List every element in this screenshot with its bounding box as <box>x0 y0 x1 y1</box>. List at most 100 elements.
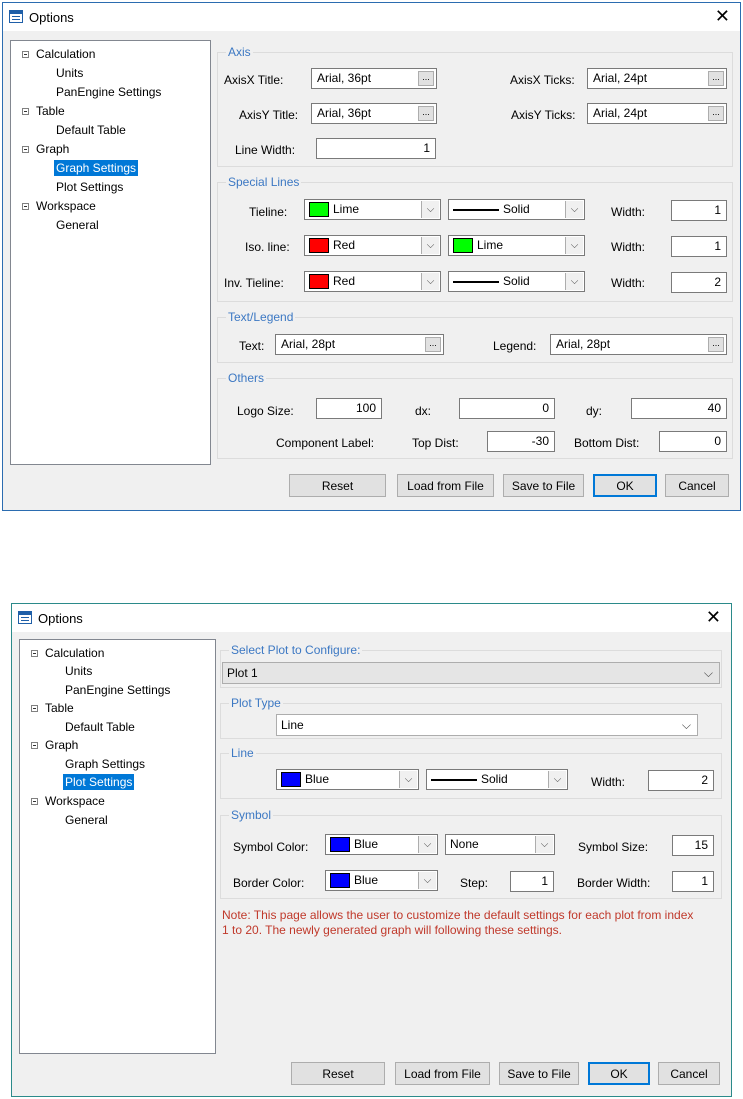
iso-line-color2-select[interactable]: Lime ⌵ <box>448 235 585 256</box>
tree-item-panengine-settings[interactable]: PanEngine Settings <box>65 682 170 698</box>
close-icon[interactable]: ✕ <box>715 6 730 27</box>
collapse-icon[interactable] <box>22 51 29 58</box>
line-style-select[interactable]: Solid ⌵ <box>426 769 568 790</box>
close-icon[interactable]: ✕ <box>706 607 721 628</box>
tree-item-default-table[interactable]: Default Table <box>56 122 126 138</box>
collapse-icon[interactable] <box>31 742 38 749</box>
select-value: Lime <box>333 202 360 216</box>
chevron-down-icon[interactable]: ⌵ <box>418 872 436 889</box>
line-color-select[interactable]: Blue ⌵ <box>276 769 419 790</box>
inv-width-input[interactable]: 2 <box>671 272 727 293</box>
dx-input[interactable]: 0 <box>459 398 555 419</box>
tree-item-table[interactable]: Table <box>36 103 65 119</box>
window-options-icon <box>9 10 23 23</box>
inv-tieline-style-select[interactable]: Solid ⌵ <box>448 271 585 292</box>
axisy-ticks-field[interactable]: Arial, 24pt ... <box>587 103 727 124</box>
line-group: Line Blue ⌵ Solid ⌵ Width: 2 <box>220 746 722 799</box>
collapse-icon[interactable] <box>31 705 38 712</box>
border-color-select[interactable]: Blue ⌵ <box>325 870 438 891</box>
tree-item-workspace[interactable]: Workspace <box>36 198 96 214</box>
iso-width-input[interactable]: 1 <box>671 236 727 257</box>
axisx-title-field[interactable]: Arial, 36pt ... <box>311 68 437 89</box>
tree-item-graph-settings[interactable]: Graph Settings <box>65 756 145 772</box>
chevron-down-icon[interactable]: ⌵ <box>565 201 583 218</box>
tree-item-general[interactable]: General <box>65 812 108 828</box>
chevron-down-icon[interactable]: ⌵ <box>399 771 417 788</box>
load-from-file-button[interactable]: Load from File <box>397 474 494 497</box>
cancel-button[interactable]: Cancel <box>665 474 729 497</box>
step-input[interactable]: 1 <box>510 871 554 892</box>
tree-item-calculation[interactable]: Calculation <box>36 46 95 62</box>
load-from-file-button[interactable]: Load from File <box>395 1062 490 1085</box>
symbol-shape-select[interactable]: None ⌵ <box>445 834 555 855</box>
tree-item-default-table[interactable]: Default Table <box>65 719 135 735</box>
plot-select[interactable]: Plot 1 ⌵ <box>222 662 720 684</box>
chevron-down-icon[interactable]: ⌵ <box>535 836 553 853</box>
border-width-input[interactable]: 1 <box>672 871 714 892</box>
special-lines-group: Special Lines Tieline: Lime ⌵ Solid ⌵ Wi… <box>217 175 733 302</box>
tree-item-workspace[interactable]: Workspace <box>45 793 105 809</box>
chevron-down-icon[interactable]: ⌵ <box>418 836 436 853</box>
color-swatch <box>330 837 350 852</box>
symbol-color-label: Symbol Color: <box>233 840 309 854</box>
tieline-style-select[interactable]: Solid ⌵ <box>448 199 585 220</box>
iso-line-color-select[interactable]: Red ⌵ <box>304 235 441 256</box>
dy-input[interactable]: 40 <box>631 398 727 419</box>
browse-font-button[interactable]: ... <box>425 337 441 352</box>
text-font-field[interactable]: Arial, 28pt ... <box>275 334 444 355</box>
tree-item-plot-settings[interactable]: Plot Settings <box>63 774 135 790</box>
top-dist-input[interactable]: -30 <box>487 431 555 452</box>
chevron-down-icon[interactable]: ⌵ <box>421 201 439 218</box>
collapse-icon[interactable] <box>31 650 38 657</box>
line-width-input[interactable]: 2 <box>648 770 714 791</box>
tree-item-graph[interactable]: Graph <box>36 141 69 157</box>
chevron-down-icon[interactable]: ⌵ <box>421 273 439 290</box>
tieline-width-input[interactable]: 1 <box>671 200 727 221</box>
browse-font-button[interactable]: ... <box>708 71 724 86</box>
chevron-down-icon[interactable]: ⌵ <box>565 273 583 290</box>
axisy-title-field[interactable]: Arial, 36pt ... <box>311 103 437 124</box>
collapse-icon[interactable] <box>22 203 29 210</box>
bottom-dist-input[interactable]: 0 <box>659 431 727 452</box>
browse-font-button[interactable]: ... <box>418 106 434 121</box>
tree-item-plot-settings[interactable]: Plot Settings <box>56 179 123 195</box>
save-to-file-button[interactable]: Save to File <box>499 1062 579 1085</box>
chevron-down-icon[interactable]: ⌵ <box>704 663 713 683</box>
chevron-down-icon[interactable]: ⌵ <box>565 237 583 254</box>
tree-item-units[interactable]: Units <box>65 663 92 679</box>
chevron-down-icon[interactable]: ⌵ <box>548 771 566 788</box>
browse-font-button[interactable]: ... <box>418 71 434 86</box>
chevron-down-icon[interactable]: ⌵ <box>682 715 691 735</box>
plot-type-select[interactable]: Line ⌵ <box>276 714 698 736</box>
tieline-color-select[interactable]: Lime ⌵ <box>304 199 441 220</box>
chevron-down-icon[interactable]: ⌵ <box>421 237 439 254</box>
line-width-input[interactable]: 1 <box>316 138 436 159</box>
inv-tieline-color-select[interactable]: Red ⌵ <box>304 271 441 292</box>
ok-button[interactable]: OK <box>593 474 657 497</box>
group-label: Symbol <box>229 808 274 822</box>
tree-item-table[interactable]: Table <box>45 700 74 716</box>
color-swatch <box>453 238 473 253</box>
tree-item-general[interactable]: General <box>56 217 99 233</box>
cancel-button[interactable]: Cancel <box>658 1062 720 1085</box>
legend-font-field[interactable]: Arial, 28pt ... <box>550 334 727 355</box>
ok-button[interactable]: OK <box>588 1062 650 1085</box>
collapse-icon[interactable] <box>22 146 29 153</box>
tree-item-graph-settings[interactable]: Graph Settings <box>54 160 139 176</box>
reset-button[interactable]: Reset <box>289 474 386 497</box>
collapse-icon[interactable] <box>31 798 38 805</box>
save-to-file-button[interactable]: Save to File <box>503 474 584 497</box>
axisx-ticks-field[interactable]: Arial, 24pt ... <box>587 68 727 89</box>
browse-font-button[interactable]: ... <box>708 337 724 352</box>
tree-item-panengine-settings[interactable]: PanEngine Settings <box>56 84 161 100</box>
reset-button[interactable]: Reset <box>291 1062 385 1085</box>
tree-item-units[interactable]: Units <box>56 65 83 81</box>
browse-font-button[interactable]: ... <box>708 106 724 121</box>
collapse-icon[interactable] <box>22 108 29 115</box>
tree-item-calculation[interactable]: Calculation <box>45 645 104 661</box>
tree-item-graph[interactable]: Graph <box>45 737 78 753</box>
symbol-size-input[interactable]: 15 <box>672 835 714 856</box>
symbol-color-select[interactable]: Blue ⌵ <box>325 834 438 855</box>
group-label: Others <box>226 371 267 385</box>
logo-size-input[interactable]: 100 <box>316 398 382 419</box>
